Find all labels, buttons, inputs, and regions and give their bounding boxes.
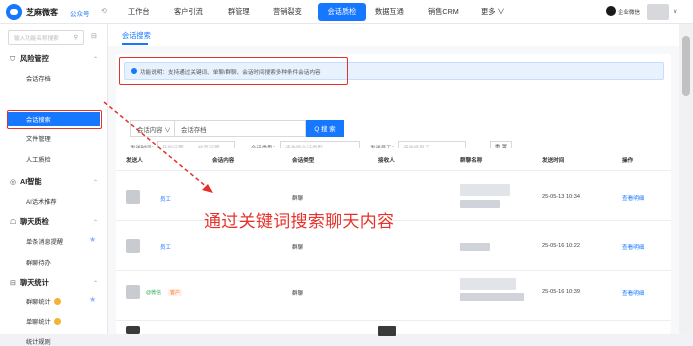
annotation-caption: 通过关键词搜索聊天内容 bbox=[204, 212, 395, 231]
annotation-arrow bbox=[103, 101, 213, 193]
arrow-line bbox=[103, 101, 209, 189]
scroll-thumb[interactable] bbox=[682, 36, 690, 96]
page-scrollbar[interactable] bbox=[679, 24, 693, 334]
sidebar-item-stats-rules[interactable]: 统计规则 bbox=[26, 337, 51, 346]
